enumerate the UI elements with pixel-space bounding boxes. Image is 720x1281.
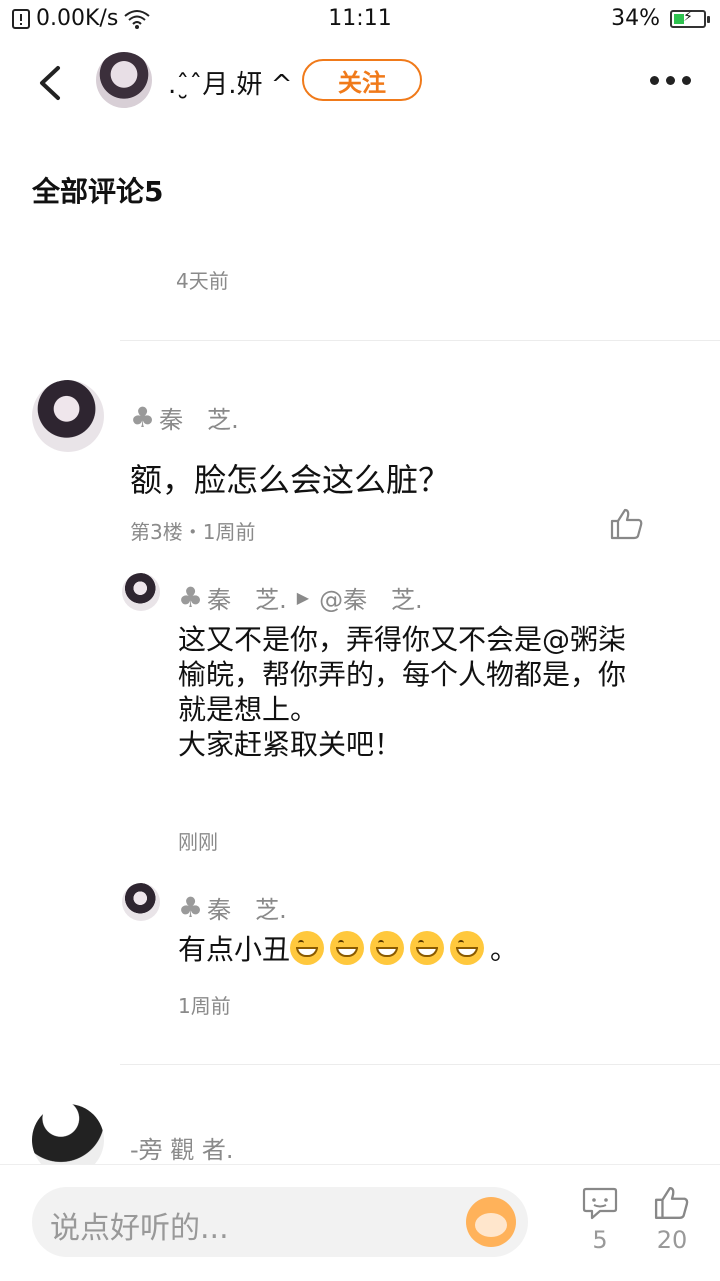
grin-emoji-icon xyxy=(370,931,405,965)
reply-text-main: 有点小丑 xyxy=(178,933,291,966)
comment-input-placeholder: 说点好听的... xyxy=(50,1211,229,1246)
grin-emoji-icon xyxy=(330,931,365,965)
back-button[interactable] xyxy=(30,60,70,106)
reply-text: 这又不是你，弄得你又不会是@粥柒 榆皖，帮你弄的，每个人物都是，你 就是想上。 … xyxy=(178,622,698,762)
charging-icon: ⚡ xyxy=(683,8,693,25)
grin-emoji-icon xyxy=(410,931,445,965)
battery-percent: 34% xyxy=(611,6,660,31)
replier-name[interactable]: 秦 芝. xyxy=(207,890,287,925)
reply-line: 大家赶紧取关吧！ xyxy=(178,728,403,761)
sticker-icon[interactable] xyxy=(466,1197,516,1247)
commenter-name[interactable]: ♣ 秦 芝. xyxy=(130,400,239,435)
more-button[interactable] xyxy=(650,70,694,90)
reply-text-suffix: 。 xyxy=(490,933,519,966)
more-dot-icon xyxy=(666,75,675,85)
comments-button[interactable]: 5 xyxy=(570,1186,630,1254)
grin-emoji-icon xyxy=(290,931,325,965)
comment-input[interactable]: 说点好听的... xyxy=(32,1187,528,1257)
club-icon: ♣ xyxy=(178,890,204,924)
comment-time: 4天前 xyxy=(176,269,229,293)
reply-line: 就是想上。 xyxy=(178,693,319,726)
reply-header: ♣ 秦 芝. xyxy=(178,890,287,925)
reply-arrow-icon: ▶ xyxy=(296,588,310,607)
replier-avatar[interactable] xyxy=(122,573,160,611)
comment-meta: 第3楼・1周前 xyxy=(130,520,256,544)
status-bar: 0.00K/s 11:11 34% ⚡ xyxy=(0,0,720,38)
reply-to-name[interactable]: @秦 芝. xyxy=(319,580,423,615)
reply-time: 1周前 xyxy=(178,994,231,1018)
reply-header: ♣ 秦 芝. ▶ @秦 芝. xyxy=(178,580,423,615)
more-dot-icon xyxy=(682,75,691,85)
author-name[interactable]: .ˆ̮ˆ月.妍 ^ xyxy=(168,64,293,101)
battery-icon: ⚡ xyxy=(670,8,710,28)
replier-name[interactable]: 秦 芝. xyxy=(207,580,287,615)
like-button[interactable] xyxy=(610,508,644,544)
chevron-left-icon xyxy=(40,66,60,100)
follow-button[interactable]: 关注 xyxy=(302,59,422,101)
comment-bubble-icon xyxy=(582,1187,618,1220)
thumbs-up-icon xyxy=(654,1187,689,1219)
reply-time: 刚刚 xyxy=(178,830,218,854)
reply-line: 这又不是你，弄得你又不会是@粥柒 xyxy=(178,623,627,656)
club-icon: ♣ xyxy=(130,400,156,434)
commenter-name[interactable]: -旁 觀 者. xyxy=(130,1130,234,1165)
section-title: 全部评论5 xyxy=(32,175,164,208)
comment-count: 5 xyxy=(592,1226,608,1254)
commenter-avatar[interactable] xyxy=(32,380,104,452)
divider xyxy=(120,1064,720,1065)
grin-emoji-icon xyxy=(450,931,485,965)
divider xyxy=(120,340,720,341)
club-icon: ♣ xyxy=(178,580,204,614)
more-dot-icon xyxy=(650,75,659,85)
commenter-name-text: 秦 芝. xyxy=(159,406,239,434)
thumbs-up-icon xyxy=(610,508,643,540)
status-right: 34% ⚡ xyxy=(611,6,710,31)
reply-text: 有点小丑 。 xyxy=(178,931,518,967)
replier-avatar[interactable] xyxy=(122,883,160,921)
like-count: 20 xyxy=(656,1226,688,1254)
author-avatar[interactable] xyxy=(96,52,152,108)
reply-line: 榆皖，帮你弄的，每个人物都是，你 xyxy=(178,658,627,691)
like-post-button[interactable]: 20 xyxy=(642,1186,702,1254)
comment-text: 额，脸怎么会这么脏？ xyxy=(130,461,451,499)
